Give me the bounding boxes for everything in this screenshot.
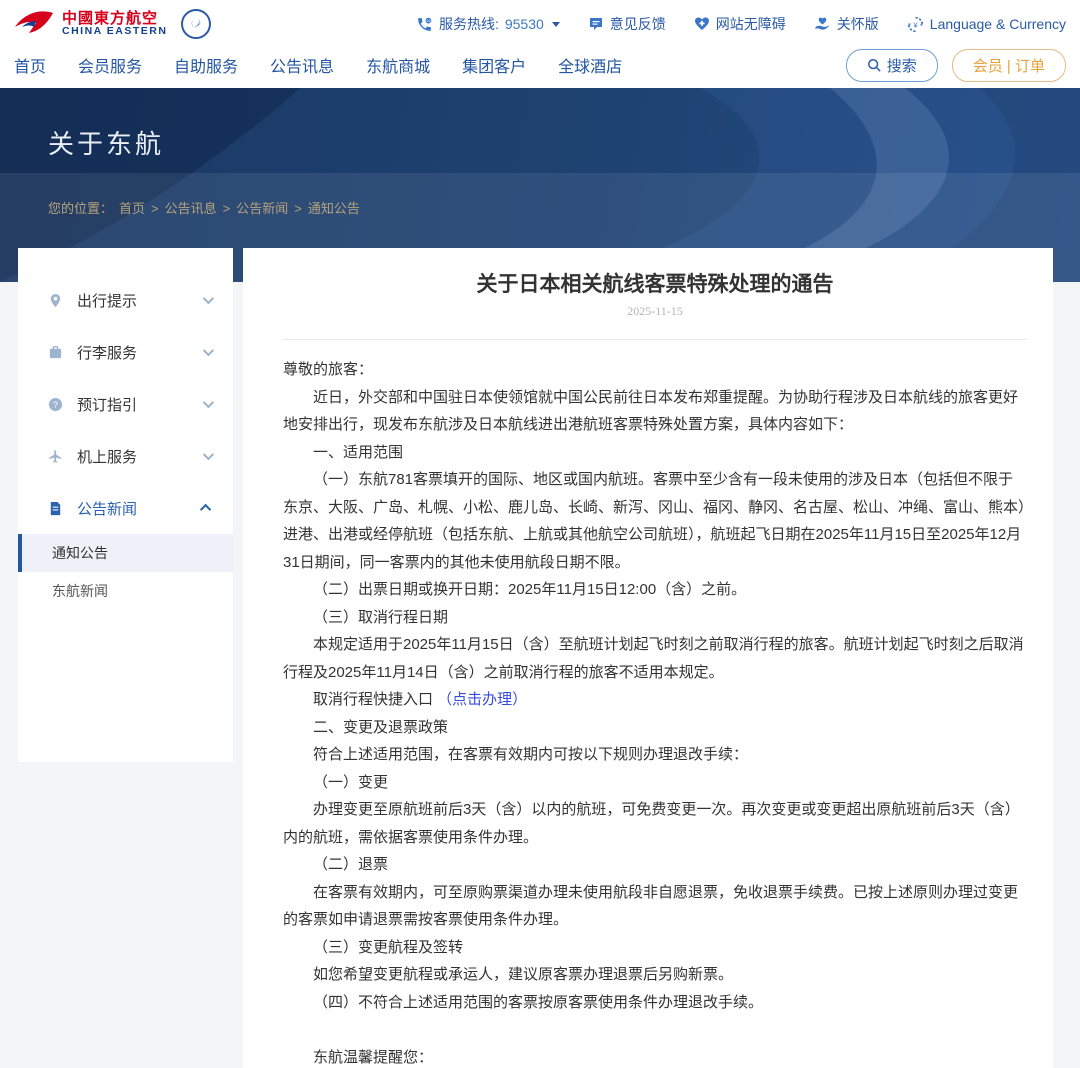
sidebar-item-booking-guide[interactable]: ? 预订指引: [18, 378, 233, 430]
breadcrumb-prefix: 您的位置：: [48, 198, 113, 217]
sidebar-item-label: 出行提示: [77, 290, 137, 311]
skyteam-logo: [181, 9, 211, 39]
care-version-link[interactable]: 关怀版: [814, 14, 879, 34]
sidebar-subitem-news[interactable]: 东航新闻: [18, 572, 233, 610]
article-paragraph: （四）不符合上述适用范围的客票按原客票使用条件办理退改手续。: [283, 989, 1027, 1017]
breadcrumb: 您的位置： 首页 公告讯息 公告新闻 通知公告: [48, 198, 1032, 217]
feedback-label: 意见反馈: [610, 14, 666, 34]
nav-home[interactable]: 首页: [14, 53, 46, 77]
accessibility-label: 网站无障碍: [716, 14, 786, 34]
article-paragraph: （二）出票日期或换开日期：2025年11月15日12:00（含）之前。: [283, 576, 1027, 604]
chevron-down-icon: [552, 22, 560, 27]
article-date: 2025-11-15: [283, 304, 1027, 319]
sidebar-subitem-label: 东航新闻: [52, 581, 108, 601]
page-title: 关于东航: [48, 124, 164, 161]
question-circle-icon: ?: [48, 397, 63, 412]
article-paragraph: （一）东航781客票填开的国际、地区或国内航班。客票中至少含有一段未使用的涉及日…: [283, 466, 1027, 576]
search-label: 搜索: [887, 55, 917, 76]
article-paragraph: 一、适用范围: [283, 439, 1027, 467]
article-panel: 关于日本相关航线客票特殊处理的通告 2025-11-15 尊敬的旅客： 近日，外…: [243, 248, 1053, 1068]
article-paragraph: [283, 1016, 1027, 1044]
sidebar-item-announcements[interactable]: 公告新闻: [18, 482, 233, 534]
chevron-down-icon: [203, 293, 214, 304]
member-orders-button[interactable]: 会员 | 订单: [952, 49, 1066, 82]
crumb-news[interactable]: 公告新闻: [223, 198, 289, 217]
sidebar-item-label: 机上服务: [77, 446, 137, 467]
article-paragraph: （二）退票: [283, 851, 1027, 879]
nav-mall[interactable]: 东航商城: [366, 53, 430, 77]
sidebar-item-label: 公告新闻: [77, 498, 137, 519]
article-paragraph: 二、变更及退票政策: [283, 714, 1027, 742]
chevron-down-icon: [203, 397, 214, 408]
article-paragraph: 东航温馨提醒您：: [283, 1044, 1027, 1068]
nav-announcements[interactable]: 公告讯息: [270, 53, 334, 77]
heart-icon: [694, 16, 710, 32]
main-nav: 首页 会员服务 自助服务 公告讯息 东航商城 集团客户 全球酒店: [14, 53, 622, 77]
accessibility-link[interactable]: 网站无障碍: [694, 14, 786, 34]
swallow-icon: [14, 8, 54, 40]
chevron-down-icon: [203, 449, 214, 460]
plane-icon: [48, 449, 63, 464]
svg-text:?: ?: [53, 399, 58, 409]
article-body: 尊敬的旅客： 近日，外交部和中国驻日本使领馆就中国公民前往日本发布郑重提醒。为协…: [283, 356, 1027, 1068]
search-icon: [867, 58, 881, 72]
service-hotline[interactable]: 24 服务热线: 95530: [416, 14, 560, 34]
article-paragraph: 近日，外交部和中国驻日本使领馆就中国公民前往日本发布郑重提醒。为协助行程涉及日本…: [283, 384, 1027, 439]
language-currency-label: Language & Currency: [930, 16, 1066, 32]
sidebar-item-label: 预订指引: [77, 394, 137, 415]
logo-en-text: CHINA EASTERN: [62, 26, 167, 37]
sidebar-subitem-notices[interactable]: 通知公告: [18, 534, 233, 572]
inline-link-click-to-handle[interactable]: （点击办理）: [437, 691, 527, 708]
sidebar-item-travel-tips[interactable]: 出行提示: [18, 274, 233, 326]
china-eastern-logo[interactable]: 中國東方航空 CHINA EASTERN: [14, 8, 211, 40]
hotline-number: 95530: [505, 16, 544, 32]
hotline-label: 服务热线:: [439, 14, 499, 34]
document-icon: [48, 501, 63, 516]
logo-cn-text: 中國東方航空: [62, 11, 167, 27]
article-paragraph: 尊敬的旅客：: [283, 356, 1027, 384]
language-currency-icon: ¥: [907, 16, 924, 33]
sidebar: 出行提示 行李服务 ? 预订指引 机上服务: [18, 248, 233, 762]
article-paragraph: 取消行程快捷入口 （点击办理）: [283, 686, 1027, 714]
luggage-icon: [48, 345, 63, 360]
pin-icon: [48, 293, 63, 308]
nav-member-services[interactable]: 会员服务: [78, 53, 142, 77]
hand-heart-icon: [814, 16, 831, 32]
language-currency[interactable]: ¥ Language & Currency: [907, 16, 1066, 33]
phone-24-icon: 24: [416, 16, 433, 33]
nav-self-services[interactable]: 自助服务: [174, 53, 238, 77]
sidebar-item-label: 行李服务: [77, 342, 137, 363]
member-orders-label: 会员 | 订单: [973, 55, 1045, 76]
article-paragraph: （三）变更航程及签转: [283, 934, 1027, 962]
chevron-up-icon: [200, 504, 211, 515]
nav-corporate[interactable]: 集团客户: [462, 53, 526, 77]
article-paragraph: 办理变更至原航班前后3天（含）以内的航班，可免费变更一次。再次变更或变更超出原航…: [283, 796, 1027, 851]
sidebar-item-baggage[interactable]: 行李服务: [18, 326, 233, 378]
article-paragraph: （一）变更: [283, 769, 1027, 797]
nav-hotels[interactable]: 全球酒店: [558, 53, 622, 77]
sidebar-item-inflight[interactable]: 机上服务: [18, 430, 233, 482]
article-paragraph: （三）取消行程日期: [283, 604, 1027, 632]
crumb-notices[interactable]: 通知公告: [294, 198, 360, 217]
article-paragraph: 本规定适用于2025年11月15日（含）至航班计划起飞时刻之前取消行程的旅客。航…: [283, 631, 1027, 686]
chevron-down-icon: [203, 345, 214, 356]
crumb-announcements[interactable]: 公告讯息: [151, 198, 217, 217]
site-header: 中國東方航空 CHINA EASTERN 24 服务热线: 95530: [0, 0, 1080, 88]
article-title: 关于日本相关航线客票特殊处理的通告: [283, 268, 1027, 298]
feedback-icon: [588, 16, 604, 32]
article-paragraph: 符合上述适用范围，在客票有效期内可按以下规则办理退改手续：: [283, 741, 1027, 769]
article-paragraph: 如您希望变更航程或承运人，建议原客票办理退票后另购新票。: [283, 961, 1027, 989]
svg-text:¥: ¥: [913, 20, 918, 29]
care-version-label: 关怀版: [837, 14, 879, 34]
crumb-home[interactable]: 首页: [119, 198, 145, 217]
divider: [283, 339, 1027, 340]
feedback-link[interactable]: 意见反馈: [588, 14, 666, 34]
sidebar-subitem-label: 通知公告: [52, 543, 108, 563]
article-paragraph: 在客票有效期内，可至原购票渠道办理未使用航段非自愿退票，免收退票手续费。已按上述…: [283, 879, 1027, 934]
search-button[interactable]: 搜索: [846, 49, 938, 82]
